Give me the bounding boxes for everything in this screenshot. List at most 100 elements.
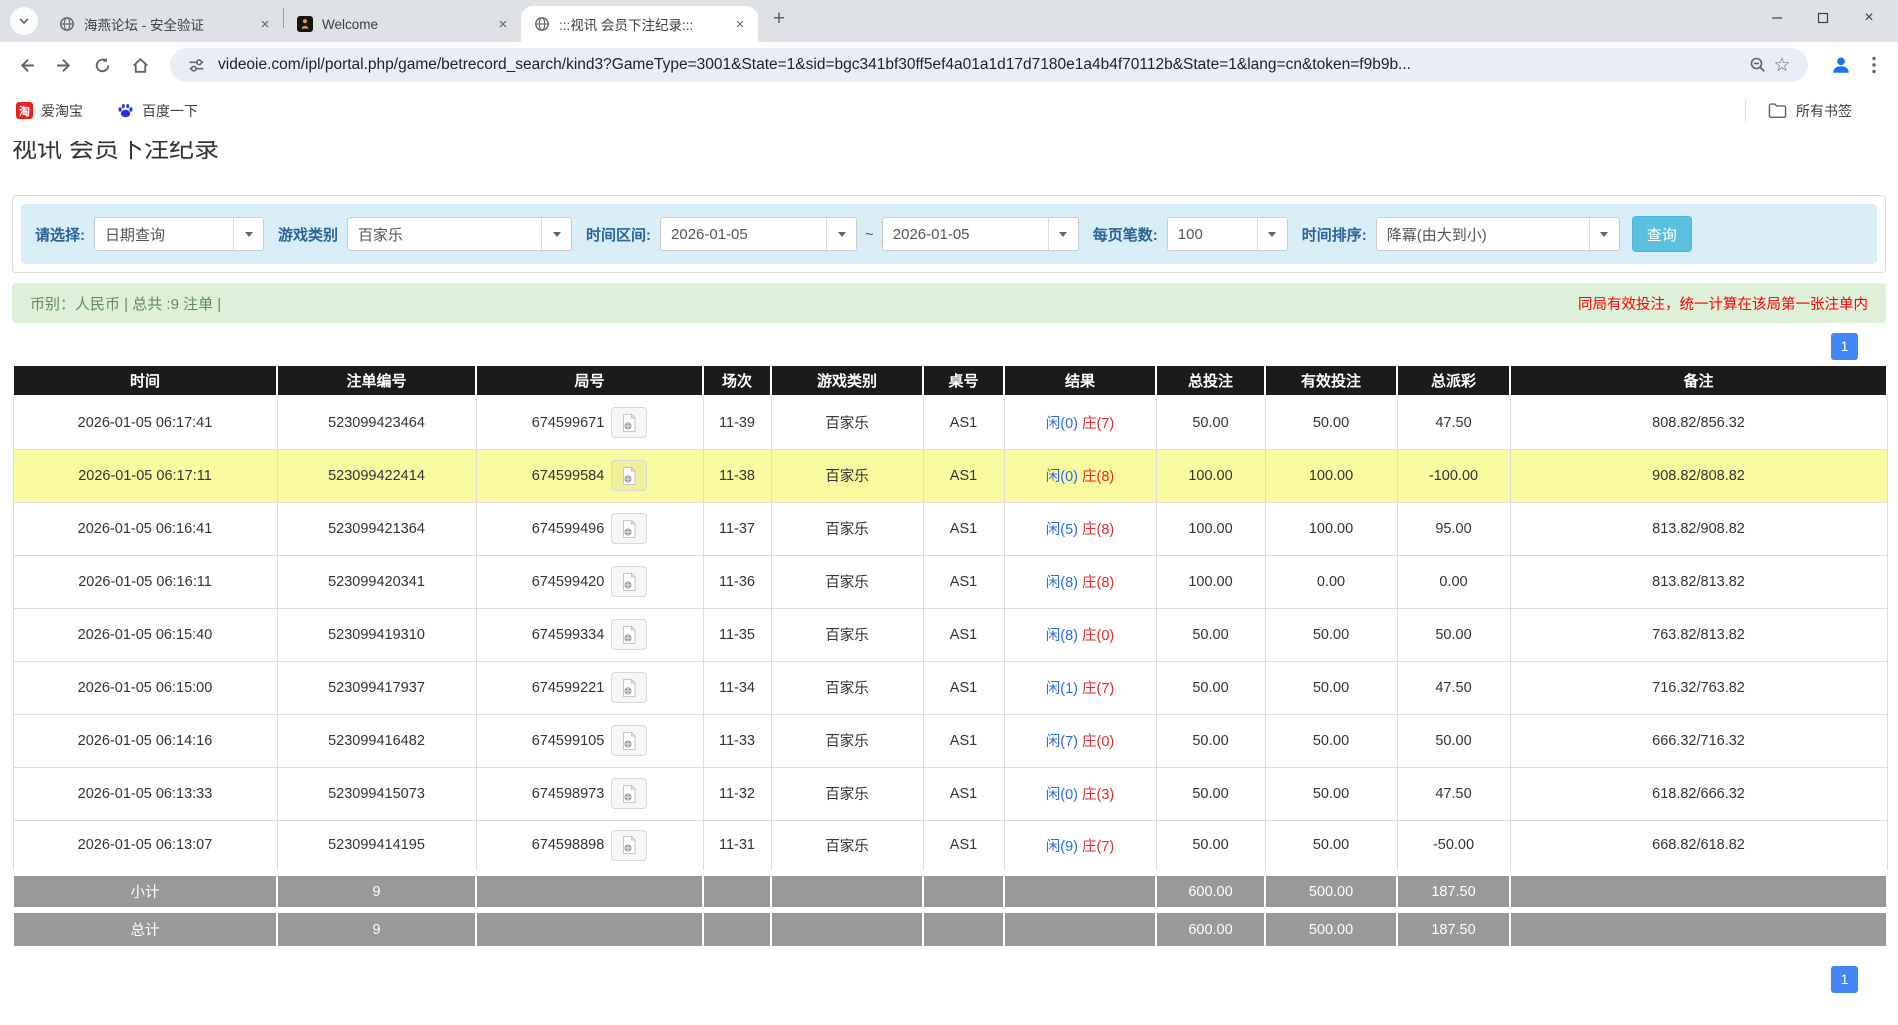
video-playback-button[interactable] (611, 725, 647, 756)
profile-avatar-icon[interactable] (1828, 52, 1854, 78)
zoom-out-icon[interactable] (1746, 53, 1770, 77)
round-number: 674599420 (532, 574, 605, 590)
currency-total-text: 币别：人民币 | 总共 :9 注单 | (30, 293, 221, 314)
column-header: 有效投注 (1265, 365, 1397, 396)
result-banker: 庄(8) (1082, 469, 1114, 485)
cell-total-bet[interactable]: 50.00 (1156, 396, 1265, 449)
home-button[interactable] (124, 49, 156, 81)
cell-total-bet[interactable]: 50.00 (1156, 767, 1265, 820)
cell-payout: 50.00 (1397, 714, 1510, 767)
video-playback-button[interactable] (611, 407, 647, 438)
sort-select[interactable]: 降冪(由大到小) (1376, 217, 1620, 251)
bookmark-baidu[interactable]: 百度一下 (117, 101, 198, 121)
forward-button[interactable] (48, 49, 80, 81)
summary-cell-7: 600.00 (1156, 910, 1265, 947)
tab-title: 海燕论坛 - 安全验证 (84, 14, 249, 34)
round-number: 674598898 (532, 837, 605, 853)
cell-total-bet[interactable]: 50.00 (1156, 820, 1265, 873)
cell-time: 2026-01-05 06:16:11 (13, 555, 277, 608)
column-header: 时间 (13, 365, 277, 396)
video-record-icon (619, 625, 639, 645)
bookmark-taobao[interactable]: 淘 爱淘宝 (16, 101, 83, 121)
video-playback-button[interactable] (611, 778, 647, 809)
video-playback-button[interactable] (611, 460, 647, 491)
date-from-select[interactable]: 2026-01-05 (660, 217, 857, 251)
browser-menu-icon[interactable] (1864, 52, 1884, 78)
cell-bet-number: 523099417937 (277, 661, 476, 714)
cell-total-bet[interactable]: 100.00 (1156, 449, 1265, 502)
close-window-button[interactable]: × (1846, 0, 1892, 36)
summary-cell-5 (923, 910, 1004, 947)
search-button[interactable]: 查询 (1632, 216, 1692, 252)
minimize-button[interactable] (1754, 0, 1800, 36)
cell-result: 闲(5) 庄(8) (1004, 502, 1156, 555)
maximize-button[interactable] (1800, 0, 1846, 36)
page-number-button[interactable]: 1 (1831, 333, 1858, 360)
cell-session: 11-32 (703, 767, 771, 820)
cell-total-bet[interactable]: 100.00 (1156, 502, 1265, 555)
per-page-select[interactable]: 100 (1167, 217, 1288, 251)
summary-cell-10 (1510, 873, 1887, 910)
round-number: 674599671 (532, 415, 605, 431)
cell-total-bet[interactable]: 50.00 (1156, 714, 1265, 767)
page-number-button[interactable]: 1 (1831, 966, 1858, 993)
cell-note: 813.82/813.82 (1510, 555, 1887, 608)
video-playback-button[interactable] (611, 830, 647, 861)
baidu-paw-icon (117, 102, 134, 119)
result-banker: 庄(0) (1082, 734, 1114, 750)
cell-session: 11-35 (703, 608, 771, 661)
summary-cell-7: 600.00 (1156, 873, 1265, 910)
reload-button[interactable] (86, 49, 118, 81)
cell-total-bet[interactable]: 50.00 (1156, 608, 1265, 661)
cell-result: 闲(1) 庄(7) (1004, 661, 1156, 714)
cell-note: 716.32/763.82 (1510, 661, 1887, 714)
tab-bet-record-active[interactable]: :::视讯 会员下注纪录::: × (521, 6, 758, 42)
round-number: 674599584 (532, 468, 605, 484)
video-playback-button[interactable] (611, 619, 647, 650)
browser-chrome: 海燕论坛 - 安全验证 × Welcome × :::视讯 会员下注纪录::: … (0, 0, 1898, 133)
column-header: 注单编号 (277, 365, 476, 396)
cell-round-number: 674598973 (476, 767, 703, 820)
tab-welcome[interactable]: Welcome × (284, 6, 521, 42)
bookmark-star-icon[interactable]: ☆ (1770, 53, 1794, 77)
window-controls: × (1754, 0, 1892, 36)
cell-game-type: 百家乐 (771, 608, 923, 661)
browser-toolbar: videoie.com/ipl/portal.php/game/betrecor… (0, 42, 1898, 88)
cell-valid-bet: 0.00 (1265, 555, 1397, 608)
url-text[interactable]: videoie.com/ipl/portal.php/game/betrecor… (218, 56, 1736, 74)
cell-bet-number: 523099420341 (277, 555, 476, 608)
address-bar[interactable]: videoie.com/ipl/portal.php/game/betrecor… (170, 48, 1808, 82)
back-button[interactable] (10, 49, 42, 81)
new-tab-button[interactable]: + (764, 4, 794, 34)
video-record-icon (619, 466, 639, 486)
query-type-select[interactable]: 日期查询 (94, 217, 264, 251)
query-type-value: 日期查询 (95, 224, 233, 245)
game-type-select[interactable]: 百家乐 (347, 217, 572, 251)
all-bookmarks-button[interactable]: 所有书签 (1768, 101, 1898, 121)
close-icon[interactable]: × (255, 14, 275, 34)
summary-notice-bar: 币别：人民币 | 总共 :9 注单 | 同局有效投注，统一计算在该局第一张注单内 (12, 283, 1886, 323)
video-playback-button[interactable] (611, 672, 647, 703)
cell-total-bet[interactable]: 50.00 (1156, 661, 1265, 714)
tab-haiyan-forum[interactable]: 海燕论坛 - 安全验证 × (46, 6, 283, 42)
result-player: 闲(8) (1046, 628, 1078, 644)
table-row: 2026-01-05 06:17:11523099422414674599584… (13, 449, 1887, 502)
close-icon[interactable]: × (730, 14, 750, 34)
cell-note: 618.82/666.32 (1510, 767, 1887, 820)
result-banker: 庄(7) (1082, 416, 1114, 432)
cell-note: 908.82/808.82 (1510, 449, 1887, 502)
cell-note: 666.32/716.32 (1510, 714, 1887, 767)
cell-table-number: AS1 (923, 767, 1004, 820)
cell-result: 闲(0) 庄(8) (1004, 449, 1156, 502)
cell-total-bet[interactable]: 100.00 (1156, 555, 1265, 608)
chevron-down-icon (1048, 218, 1078, 250)
round-number: 674599334 (532, 627, 605, 643)
video-playback-button[interactable] (611, 566, 647, 597)
date-to-select[interactable]: 2026-01-05 (882, 217, 1079, 251)
tab-search-button[interactable] (10, 7, 38, 35)
site-settings-icon[interactable] (184, 53, 208, 77)
table-row: 2026-01-05 06:16:41523099421364674599496… (13, 502, 1887, 555)
close-icon[interactable]: × (493, 14, 513, 34)
video-playback-button[interactable] (611, 513, 647, 544)
video-record-icon (619, 413, 639, 433)
